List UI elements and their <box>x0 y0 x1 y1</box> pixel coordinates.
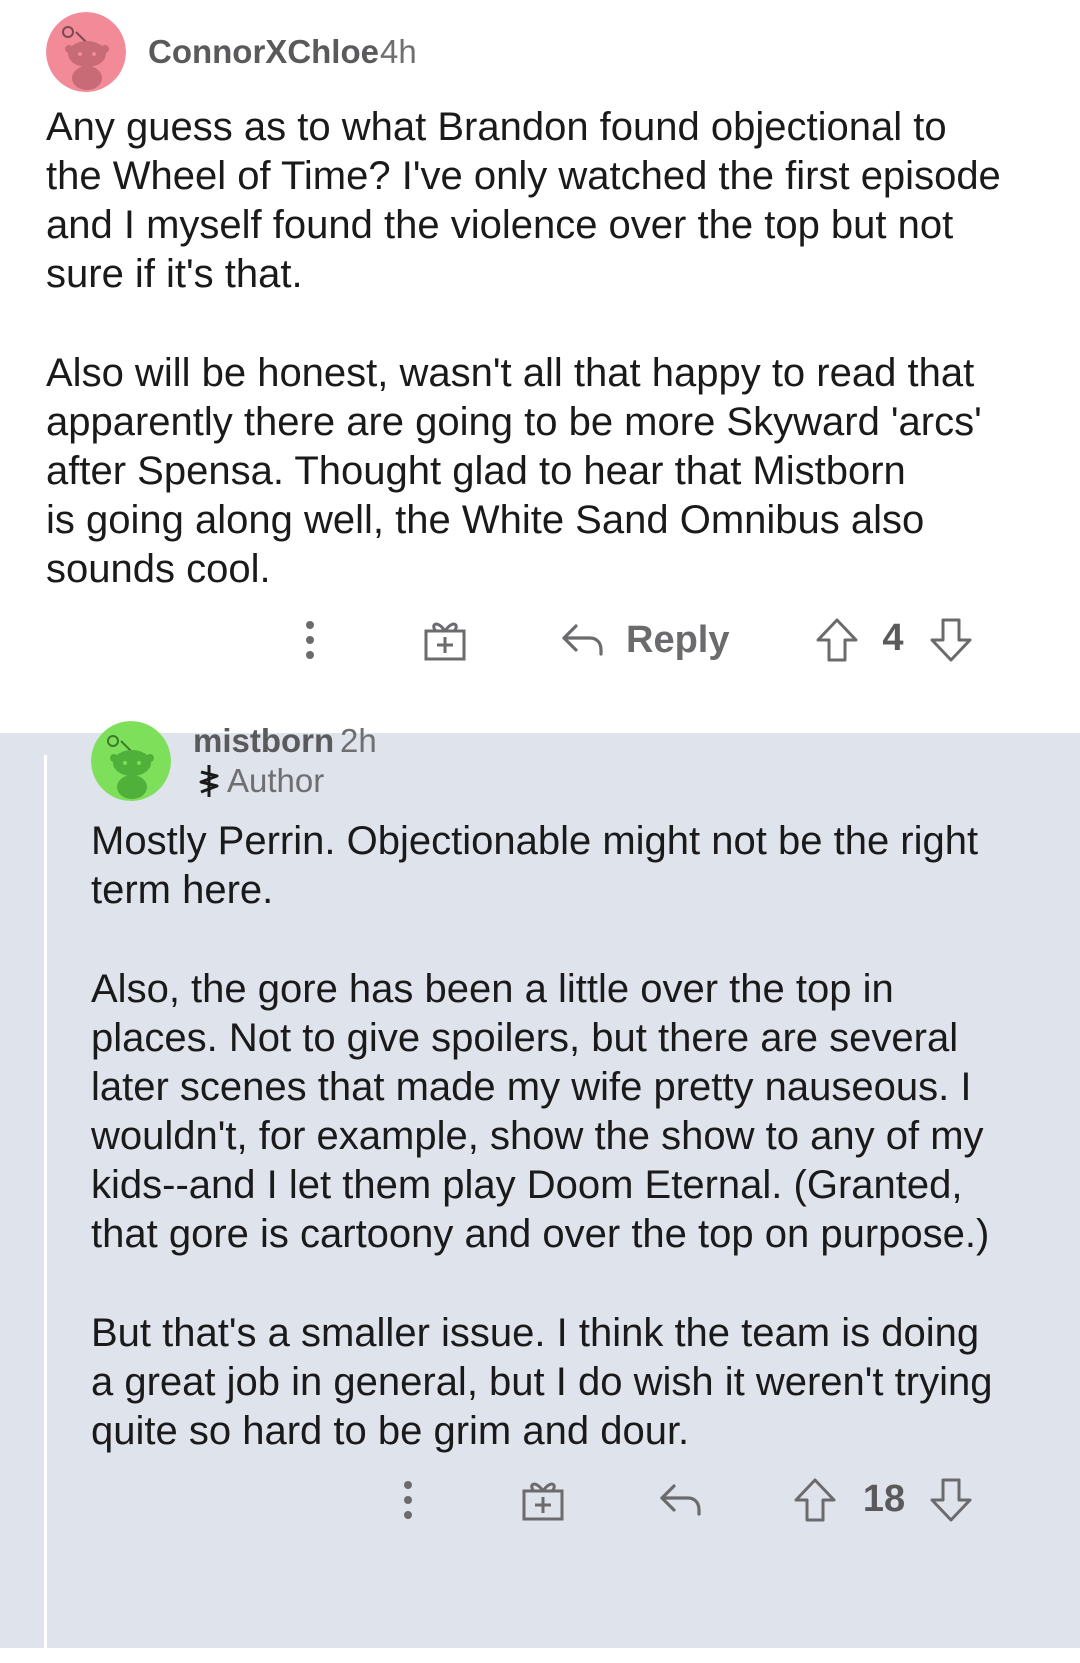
gift-icon <box>424 622 466 661</box>
upvote-button[interactable] <box>790 1470 840 1530</box>
reply-arrow-icon <box>562 624 603 656</box>
gift-icon <box>522 1482 564 1521</box>
give-award-button[interactable] <box>420 610 470 670</box>
allomancy-symbol-icon <box>199 765 219 797</box>
username[interactable]: ConnorXChloe <box>148 33 379 71</box>
timestamp: 2h <box>340 722 377 759</box>
upvote-button[interactable] <box>812 610 862 670</box>
comment-paragraph: Also will be honest, wasn't all that hap… <box>46 351 982 591</box>
snoo-avatar-icon <box>46 12 126 92</box>
comment-paragraph: Also, the gore has been a little over th… <box>91 967 990 1256</box>
thread-line[interactable] <box>44 755 47 1655</box>
more-options-button[interactable] <box>388 1470 428 1530</box>
comment-body: Any guess as to what Brandon found objec… <box>46 103 1056 594</box>
user-avatar[interactable] <box>91 721 171 801</box>
user-avatar[interactable] <box>46 12 126 92</box>
downvote-arrow-icon <box>930 1478 972 1522</box>
snoo-avatar-icon <box>91 721 171 801</box>
more-options-button[interactable] <box>290 610 330 670</box>
downvote-button[interactable] <box>926 610 976 670</box>
comment-connorxchloe: ConnorXChloe 4h Any guess as to what Bra… <box>0 0 1080 733</box>
comment-body: Mostly Perrin. Objectionable might not b… <box>91 817 1061 1456</box>
reply-button[interactable]: Reply <box>560 610 740 670</box>
upvote-arrow-icon <box>816 618 858 662</box>
upvote-arrow-icon <box>794 1478 836 1522</box>
comment-paragraph: Any guess as to what Brandon found objec… <box>46 105 1001 296</box>
reply-button[interactable] <box>655 1470 705 1530</box>
reply-label: Reply <box>626 618 730 661</box>
author-flair: Author <box>197 762 324 800</box>
vote-score: 18 <box>862 1478 906 1520</box>
vote-score: 4 <box>882 617 904 659</box>
downvote-button[interactable] <box>926 1470 976 1530</box>
give-award-button[interactable] <box>518 1470 568 1530</box>
downvote-arrow-icon <box>930 618 972 662</box>
username[interactable]: mistborn <box>193 722 334 760</box>
vertical-dots-icon <box>306 621 314 659</box>
divider <box>0 1648 1080 1663</box>
flair-label: Author <box>227 762 325 799</box>
reply-arrow-icon <box>660 1484 701 1516</box>
comment-paragraph: But that's a smaller issue. I think the … <box>91 1311 993 1453</box>
vertical-dots-icon <box>404 1481 412 1519</box>
timestamp: 4h <box>380 33 417 70</box>
comment-paragraph: Mostly Perrin. Objectionable might not b… <box>91 819 979 912</box>
